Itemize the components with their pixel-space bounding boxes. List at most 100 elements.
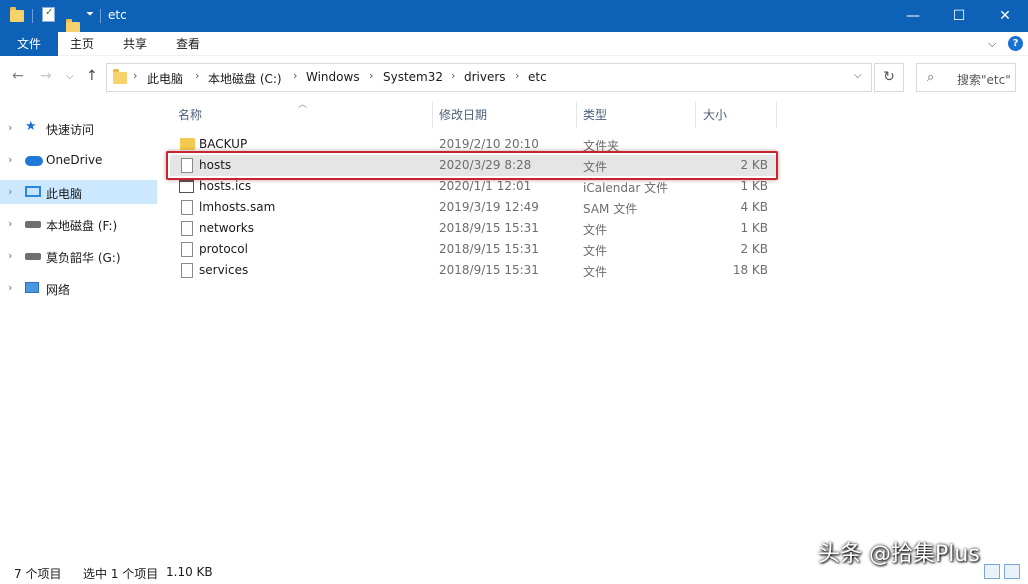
- breadcrumb-separator[interactable]: ›: [133, 69, 137, 82]
- properties-icon[interactable]: ✓: [42, 7, 55, 22]
- up-button[interactable]: ↑: [86, 68, 98, 84]
- selected-count: 选中 1 个项目: [83, 567, 159, 581]
- column-header-type[interactable]: 类型: [583, 106, 607, 123]
- tab-view[interactable]: 查看: [164, 32, 212, 56]
- chevron-right-icon[interactable]: ›: [8, 153, 12, 166]
- selected-size: 1.10 KB: [166, 565, 213, 579]
- sidebar-item-drive-g[interactable]: › 莫负韶华 (G:): [0, 244, 157, 268]
- file-row-protocol[interactable]: protocol 2018/9/15 15:31 文件 2 KB: [170, 239, 776, 260]
- pc-icon: [25, 186, 41, 197]
- file-size: 2 KB: [740, 242, 768, 256]
- sidebar-item-local-disk-f[interactable]: › 本地磁盘 (F:): [0, 212, 157, 236]
- column-header-name[interactable]: 名称: [178, 106, 202, 123]
- file-icon: [181, 242, 193, 257]
- file-row-networks[interactable]: networks 2018/9/15 15:31 文件 1 KB: [170, 218, 776, 239]
- folder-icon: [113, 69, 127, 84]
- drive-icon: [25, 221, 41, 228]
- file-date: 2018/9/15 15:31: [439, 221, 539, 235]
- address-dropdown-icon[interactable]: ⌵: [854, 70, 862, 81]
- breadcrumb-separator[interactable]: ›: [293, 69, 297, 82]
- breadcrumb-separator[interactable]: ›: [515, 69, 519, 82]
- breadcrumb-system32[interactable]: System32: [383, 70, 443, 84]
- sidebar-item-onedrive[interactable]: › OneDrive: [0, 148, 157, 172]
- file-row-lmhosts-sam[interactable]: lmhosts.sam 2019/3/19 12:49 SAM 文件 4 KB: [170, 197, 776, 218]
- calendar-file-icon: [179, 179, 194, 193]
- column-header-date[interactable]: 修改日期: [439, 106, 487, 123]
- breadcrumb-local-disk-c[interactable]: 本地磁盘 (C:): [208, 70, 282, 87]
- title-bar: ✓ ⏷ etc — ☐ ✕: [0, 0, 1028, 34]
- sidebar-item-label: 快速访问: [46, 123, 95, 137]
- file-icon: [181, 221, 193, 236]
- file-type: SAM 文件: [583, 202, 638, 216]
- folder-icon: [10, 7, 24, 22]
- column-divider[interactable]: [776, 102, 777, 128]
- file-name: lmhosts.sam: [199, 200, 276, 214]
- column-divider[interactable]: [576, 102, 577, 128]
- sort-ascending-icon: ︿: [298, 100, 308, 110]
- breadcrumb-windows[interactable]: Windows: [306, 70, 360, 84]
- customize-toolbar-icon[interactable]: ⏷: [86, 9, 94, 20]
- sidebar-item-this-pc[interactable]: › 此电脑: [0, 180, 157, 204]
- tab-home[interactable]: 主页: [58, 32, 106, 56]
- file-date: 2019/3/19 12:49: [439, 200, 539, 214]
- file-type: 文件: [583, 244, 608, 258]
- column-header-size[interactable]: 大小: [703, 106, 727, 123]
- highlight-annotation: [166, 151, 778, 180]
- large-icons-view-icon[interactable]: [1004, 564, 1020, 579]
- file-size: 1 KB: [740, 179, 768, 193]
- column-divider[interactable]: [695, 102, 696, 128]
- help-icon[interactable]: ?: [1008, 36, 1023, 51]
- column-divider[interactable]: [432, 102, 433, 128]
- chevron-right-icon[interactable]: ›: [8, 121, 12, 134]
- file-row-services[interactable]: services 2018/9/15 15:31 文件 18 KB: [170, 260, 776, 281]
- file-icon: [181, 200, 193, 215]
- search-placeholder: 搜索"etc": [957, 73, 1011, 87]
- maximize-button[interactable]: ☐: [936, 0, 982, 32]
- forward-button[interactable]: →: [40, 68, 52, 84]
- search-icon: ⌕: [927, 70, 935, 85]
- network-icon: [25, 282, 39, 293]
- file-icon: [181, 263, 193, 278]
- breadcrumb-separator[interactable]: ›: [451, 69, 455, 82]
- breadcrumb-etc[interactable]: etc: [528, 70, 547, 84]
- ribbon-tabs: 文件 主页 共享 查看 ⌵ ?: [0, 32, 1028, 56]
- file-name: protocol: [199, 242, 248, 256]
- address-bar[interactable]: › 此电脑 › 本地磁盘 (C:) › Windows › System32 ›…: [106, 63, 872, 92]
- ribbon-collapse-icon[interactable]: ⌵: [988, 37, 996, 51]
- chevron-right-icon[interactable]: ›: [8, 249, 12, 262]
- breadcrumb-separator[interactable]: ›: [369, 69, 373, 82]
- file-name: BACKUP: [199, 137, 248, 151]
- file-type: iCalendar 文件: [583, 181, 669, 195]
- file-name: hosts.ics: [199, 179, 252, 193]
- chevron-right-icon[interactable]: ›: [8, 217, 12, 230]
- breadcrumb-drivers[interactable]: drivers: [464, 70, 506, 84]
- details-view-icon[interactable]: [984, 564, 1000, 579]
- sidebar-item-network[interactable]: › 网络: [0, 276, 157, 300]
- sidebar-item-label: 本地磁盘 (F:): [46, 219, 118, 233]
- tab-file[interactable]: 文件: [0, 32, 58, 56]
- tab-share[interactable]: 共享: [111, 32, 159, 56]
- toolbar-separator: [32, 9, 33, 23]
- navigation-pane: › ★ 快速访问 › OneDrive › 此电脑 › 本地磁盘 (F:) › …: [0, 98, 160, 560]
- back-button[interactable]: ←: [12, 68, 24, 84]
- refresh-button[interactable]: ↻: [874, 63, 904, 92]
- drive-icon: [25, 253, 41, 260]
- recent-locations-button[interactable]: ⌵: [66, 71, 74, 82]
- file-size: 1 KB: [740, 221, 768, 235]
- file-type: 文件: [583, 223, 608, 237]
- chevron-right-icon[interactable]: ›: [8, 281, 12, 294]
- star-icon: ★: [25, 119, 37, 134]
- sidebar-item-label: 莫负韶华 (G:): [46, 251, 121, 265]
- minimize-button[interactable]: —: [890, 0, 936, 32]
- close-button[interactable]: ✕: [982, 0, 1028, 32]
- file-date: 2018/9/15 15:31: [439, 242, 539, 256]
- search-box[interactable]: ⌕ 搜索"etc": [916, 63, 1016, 92]
- file-type: 文件: [583, 265, 608, 279]
- breadcrumb-separator[interactable]: ›: [195, 69, 199, 82]
- watermark: 头条 @拾集Plus: [818, 542, 980, 567]
- sidebar-item-quick-access[interactable]: › ★ 快速访问: [0, 116, 157, 140]
- breadcrumb-this-pc[interactable]: 此电脑: [147, 70, 183, 87]
- sidebar-item-label: 此电脑: [46, 187, 83, 201]
- chevron-right-icon[interactable]: ›: [8, 185, 12, 198]
- file-size: 4 KB: [740, 200, 768, 214]
